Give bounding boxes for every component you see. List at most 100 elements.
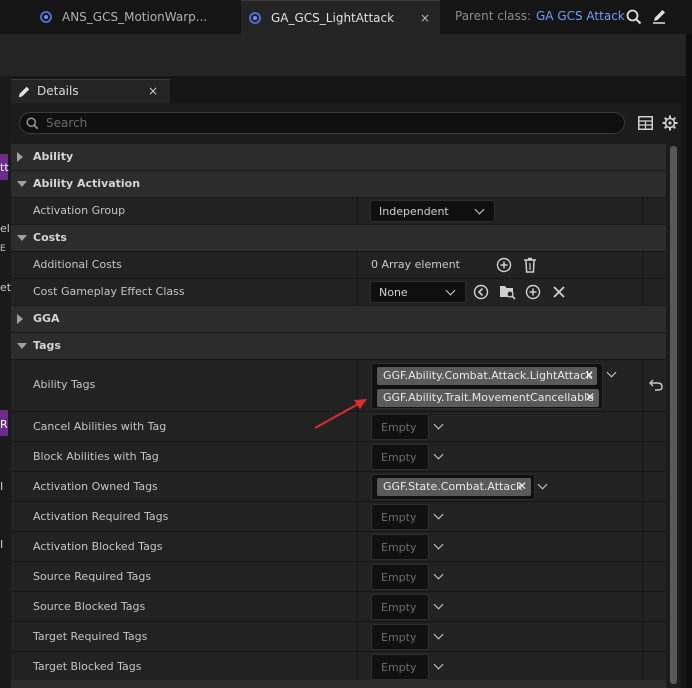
left-fragment: E <box>0 244 6 254</box>
property-row-activation-group: Activation Group Independent <box>11 197 666 224</box>
ability-tags-container[interactable]: GGF.Ability.Combat.Attack.LightAttack ✕ … <box>371 363 603 409</box>
gear-icon[interactable] <box>662 115 678 131</box>
close-details-button[interactable]: × <box>148 84 158 98</box>
trash-icon[interactable] <box>523 257 537 273</box>
annotation-arrow-icon <box>314 399 367 429</box>
tag-chip[interactable]: GGF.State.Combat.Attack ✕ <box>377 478 531 496</box>
column-divider <box>642 252 643 278</box>
chevron-down-icon[interactable] <box>433 509 444 520</box>
parent-class-link[interactable]: GA GCS Attack <box>536 9 625 23</box>
category-gga[interactable]: GGA <box>11 305 666 332</box>
category-label: Ability <box>33 150 74 163</box>
property-row-tag: Activation Owned Tags GGF.State.Combat.At… <box>11 471 666 501</box>
category-costs[interactable]: Costs <box>11 224 666 251</box>
column-divider <box>642 279 643 305</box>
browse-folder-icon[interactable] <box>499 283 516 300</box>
column-divider <box>357 532 358 561</box>
use-selected-icon[interactable] <box>473 284 489 300</box>
chevron-down-icon[interactable] <box>433 539 444 550</box>
empty-tag-container[interactable]: Empty <box>371 624 429 650</box>
tag-label: GGF.State.Combat.Attack <box>383 480 523 493</box>
array-count-text: 0 Array element <box>371 258 460 271</box>
column-divider <box>357 472 358 501</box>
owned-tags-container[interactable]: GGF.State.Combat.Attack ✕ <box>371 474 535 500</box>
column-divider <box>642 198 643 224</box>
cost-class-dropdown[interactable]: None <box>370 281 466 303</box>
collapse-arrow-icon <box>17 181 27 187</box>
activation-group-dropdown[interactable]: Independent <box>370 200 495 222</box>
chevron-down-icon[interactable] <box>433 629 444 640</box>
property-row-tag: Source Required Tags Empty <box>11 561 666 591</box>
remove-tag-icon[interactable]: ✕ <box>517 479 527 493</box>
details-search-input[interactable]: Search <box>19 112 625 134</box>
details-pencil-icon <box>18 86 30 98</box>
empty-label: Empty <box>381 421 417 434</box>
column-divider <box>357 562 358 591</box>
add-icon[interactable] <box>525 284 541 300</box>
property-label: Target Required Tags <box>33 630 148 643</box>
empty-label: Empty <box>381 661 417 674</box>
column-divider <box>642 562 643 591</box>
reset-to-default-icon[interactable] <box>649 379 663 391</box>
remove-tag-icon[interactable]: ✕ <box>585 390 595 404</box>
tag-chip[interactable]: GGF.Ability.Trait.MovementCancellable ✕ <box>377 389 599 407</box>
chevron-down-icon[interactable] <box>537 479 548 490</box>
close-tab-button[interactable]: × <box>420 11 430 25</box>
blueprint-icon <box>40 11 52 23</box>
search-icon[interactable] <box>626 9 642 25</box>
empty-tag-container[interactable]: Empty <box>371 564 429 590</box>
clear-icon[interactable] <box>552 285 566 299</box>
add-element-icon[interactable] <box>496 257 512 273</box>
property-label: Cost Gameplay Effect Class <box>33 285 185 298</box>
left-panel-clipped: tt el E et R I I <box>0 76 11 688</box>
chevron-down-icon[interactable] <box>433 599 444 610</box>
column-divider <box>642 412 643 441</box>
empty-tag-container[interactable]: Empty <box>371 414 429 440</box>
edit-pencil-icon[interactable] <box>651 8 667 24</box>
empty-label: Empty <box>381 571 417 584</box>
column-divider <box>357 198 358 224</box>
empty-tag-container[interactable]: Empty <box>371 534 429 560</box>
property-label: Block Abilities with Tag <box>33 450 159 463</box>
column-divider <box>642 472 643 501</box>
property-label: Activation Group <box>33 204 126 217</box>
category-label: GGA <box>33 312 60 325</box>
property-row-additional-costs: Additional Costs 0 Array element <box>11 251 666 278</box>
chevron-down-icon[interactable] <box>433 569 444 580</box>
column-divider <box>642 532 643 561</box>
remove-tag-icon[interactable]: ✕ <box>584 368 594 382</box>
column-divider <box>357 252 358 278</box>
chevron-down-icon[interactable] <box>433 449 444 460</box>
category-label: Ability Activation <box>33 177 141 190</box>
details-panel-tab[interactable]: Details × <box>11 79 170 104</box>
category-label: Tags <box>33 339 61 352</box>
property-row-tag: Source Blocked Tags Empty <box>11 591 666 621</box>
scrollbar-thumb[interactable] <box>670 146 677 684</box>
empty-label: Empty <box>381 631 417 644</box>
window-edge <box>686 34 692 688</box>
empty-tag-container[interactable]: Empty <box>371 654 429 680</box>
column-divider <box>357 622 358 651</box>
empty-tag-container[interactable]: Empty <box>371 504 429 530</box>
chevron-down-icon[interactable] <box>606 367 617 378</box>
tag-chip[interactable]: GGF.Ability.Combat.Attack.LightAttack ✕ <box>377 367 597 385</box>
table-view-icon[interactable] <box>638 116 653 130</box>
left-fragment: R <box>0 418 8 431</box>
tab-label: GA_GCS_LightAttack <box>271 11 395 25</box>
category-ability-activation[interactable]: Ability Activation <box>11 170 666 197</box>
chevron-down-icon <box>445 285 456 296</box>
category-ability[interactable]: Ability <box>11 143 666 170</box>
property-label: Activation Blocked Tags <box>33 540 163 553</box>
tab-ga-gcs-lightattack[interactable]: GA_GCS_LightAttack × <box>241 0 440 35</box>
chevron-down-icon[interactable] <box>433 419 444 430</box>
column-divider <box>642 652 643 681</box>
empty-tag-container[interactable]: Empty <box>371 594 429 620</box>
column-divider <box>357 502 358 531</box>
tab-ans-gcs-motionwarp[interactable]: ANS_GCS_MotionWarp... <box>40 0 240 34</box>
property-label: Activation Owned Tags <box>33 480 158 493</box>
category-tags[interactable]: Tags <box>11 332 666 359</box>
chevron-down-icon[interactable] <box>433 659 444 670</box>
property-row-tag: Activation Blocked Tags Empty <box>11 531 666 561</box>
left-fragment: et <box>0 281 12 294</box>
empty-tag-container[interactable]: Empty <box>371 444 429 470</box>
